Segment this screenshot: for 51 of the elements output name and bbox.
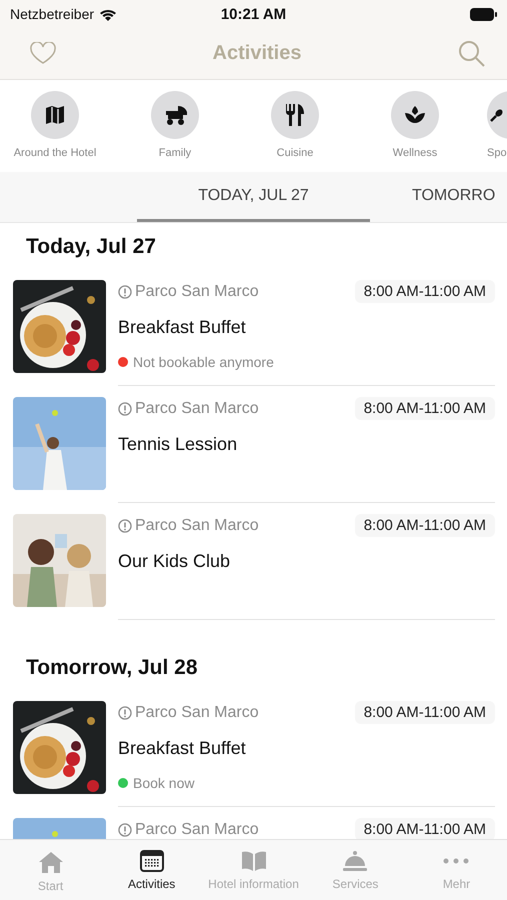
- status-text: Book now: [133, 775, 194, 791]
- location-text: Parco San Marco: [135, 704, 259, 722]
- location-info-icon: [118, 822, 132, 836]
- category-button[interactable]: Wellness: [355, 80, 475, 172]
- tab-bar-item[interactable]: Services: [304, 840, 406, 900]
- location-text: Parco San Marco: [135, 516, 259, 534]
- date-tab[interactable]: TOMORRO: [370, 172, 507, 222]
- category-button[interactable]: Cuisine: [235, 80, 355, 172]
- location-text: Parco San Marco: [135, 282, 259, 300]
- location-text: Parco San Marco: [135, 400, 259, 418]
- activity-title: Breakfast Buffet: [118, 317, 247, 338]
- screen-title: Activities: [212, 42, 302, 65]
- date-tab[interactable]: TODAY, JUL 27: [137, 172, 370, 222]
- house-icon: [38, 850, 64, 874]
- section-title: Tomorrow, Jul 28: [25, 655, 199, 681]
- location-info-icon: [118, 518, 132, 532]
- category-button[interactable]: Around the Hotel: [0, 80, 115, 172]
- location-info-icon: [118, 284, 132, 298]
- wifi-icon: [99, 8, 118, 20]
- activity-title: Our Kids Club: [118, 551, 232, 572]
- more-icon: [442, 858, 470, 864]
- time-badge: 8:00 AM-11:00 AM: [354, 280, 495, 303]
- tab-bar-item[interactable]: Activities: [101, 840, 202, 900]
- book-icon: [240, 850, 267, 872]
- status-time: 10:21 AM: [220, 6, 288, 22]
- battery-icon: [470, 8, 497, 20]
- stroller-icon: [163, 104, 187, 126]
- time-badge: 8:00 AM-11:00 AM: [354, 701, 495, 724]
- map-icon: [44, 104, 66, 126]
- location-text: Parco San Marco: [135, 820, 259, 838]
- calendar-icon: [140, 850, 164, 872]
- time-badge: 8:00 AM-11:00 AM: [354, 818, 495, 839]
- status-text: Not bookable anymore: [133, 354, 274, 370]
- search-icon[interactable]: [458, 40, 485, 67]
- cutlery-icon: [284, 103, 306, 127]
- activity-title: Breakfast Buffet: [118, 738, 247, 759]
- location-info-icon: [118, 706, 132, 720]
- time-badge: 8:00 AM-11:00 AM: [354, 397, 495, 420]
- time-badge: 8:00 AM-11:00 AM: [354, 514, 495, 537]
- category-button[interactable]: Spo: [475, 80, 507, 172]
- activity-title: Tennis Lession: [118, 434, 238, 455]
- category-button[interactable]: Family: [115, 80, 235, 172]
- tab-bar-item[interactable]: Hotel information: [202, 840, 305, 900]
- section-title: Today, Jul 27: [25, 234, 157, 260]
- lotus-icon: [403, 104, 427, 126]
- tab-bar-item[interactable]: Mehr: [406, 840, 507, 900]
- heart-icon[interactable]: [30, 42, 56, 65]
- carrier-name: Netzbetreiber: [10, 6, 94, 22]
- service-bell-icon: [342, 850, 368, 872]
- tab-bar-item[interactable]: Start: [0, 840, 102, 900]
- location-info-icon: [118, 402, 132, 416]
